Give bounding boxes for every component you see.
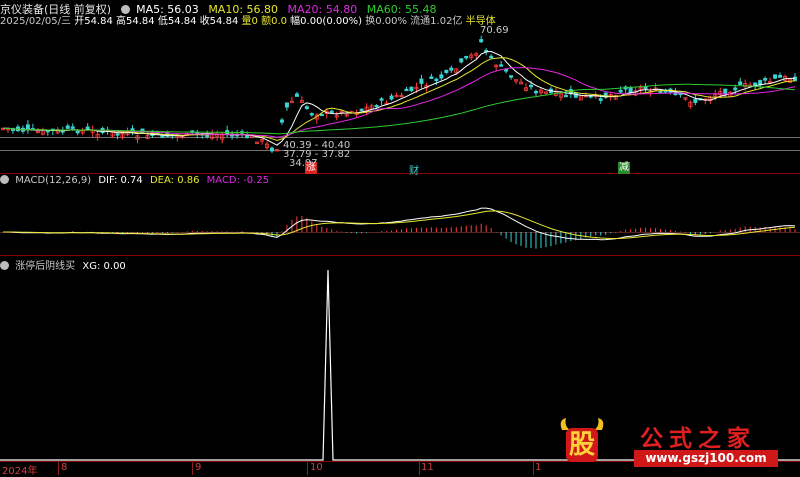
candle-body	[778, 74, 783, 78]
candle-body	[773, 74, 778, 79]
candle-body	[304, 106, 309, 110]
high-price-label: 70.69	[480, 25, 509, 36]
axis-month-1: 1	[535, 462, 542, 473]
quote-open: 开54.84	[74, 16, 113, 27]
candle-body	[479, 39, 484, 43]
quote-amount: 额0.0	[261, 16, 287, 27]
candle-body	[75, 130, 80, 134]
candle-body	[389, 95, 394, 100]
ma10-line	[2, 57, 796, 141]
chart-canvas[interactable]	[0, 0, 800, 475]
quote-date: 2025/02/05/三	[0, 16, 72, 27]
quote-close: 收54.84	[199, 16, 239, 27]
indicator-xg: XG: 0.00	[82, 261, 126, 272]
quote-turnover: 换0.00%	[365, 16, 407, 27]
macd-dif-line	[3, 207, 796, 241]
candle-body	[738, 81, 743, 85]
indicator-settings-circle-icon[interactable]	[0, 261, 9, 270]
candle-body	[434, 78, 439, 81]
candle-body	[374, 105, 379, 108]
candle-body	[319, 113, 324, 117]
candle-body	[250, 135, 255, 139]
candle-body	[449, 67, 454, 71]
candle-body	[573, 92, 578, 98]
candle-body	[489, 55, 494, 59]
candle-body	[25, 124, 30, 130]
event-marker-cai[interactable]: 财	[409, 162, 419, 177]
watermark-brand: 公式之家	[640, 425, 756, 452]
axis-month-11: 11	[421, 462, 434, 473]
candle-body	[359, 108, 364, 111]
event-marker-zhang[interactable]: 涨	[305, 162, 317, 174]
candle-body	[269, 147, 274, 152]
candle-body	[444, 69, 449, 73]
quote-high: 高54.84	[116, 16, 155, 27]
indicator-header: 涨停后阴线买 XG: 0.00	[0, 257, 126, 272]
candle-body	[598, 98, 603, 101]
candle-body	[65, 125, 70, 129]
candle-body	[409, 86, 414, 92]
axis-month-9: 9	[195, 462, 202, 473]
candle-body	[279, 119, 284, 123]
watermark-badge: 股	[568, 430, 595, 460]
candle-body	[464, 55, 469, 59]
candle-body	[419, 78, 424, 84]
candle-body	[329, 110, 334, 113]
candle-body	[115, 133, 120, 136]
candle-body	[533, 91, 538, 94]
macd-header: MACD(12,26,9) DIF: 0.74 DEA: 0.86 MACD: …	[0, 175, 269, 186]
candle-body	[504, 68, 509, 72]
candle-body	[499, 64, 504, 67]
candle-body	[723, 88, 728, 94]
candle-body	[294, 93, 299, 97]
candle-body	[628, 87, 633, 93]
candle-body	[404, 88, 409, 92]
candle-body	[693, 99, 698, 104]
macd-dif: DIF: 0.74	[98, 175, 143, 186]
candle-body	[459, 58, 464, 63]
quote-low: 低54.84	[157, 16, 197, 27]
event-marker-jian[interactable]: 减	[618, 162, 630, 174]
candle-body	[70, 126, 75, 129]
macd-title: MACD(12,26,9)	[15, 175, 92, 186]
candle-body	[563, 94, 568, 98]
candle-body	[529, 84, 534, 88]
quote-info-line: 2025/02/05/三 开54.84 高54.84 低54.84 收54.84…	[0, 12, 496, 27]
candle-body	[429, 76, 434, 79]
candle-body	[643, 86, 648, 90]
candle-body	[618, 89, 623, 93]
macd-dea: DEA: 0.86	[149, 175, 200, 186]
quote-change: 幅0.00(0.00%)	[290, 16, 363, 27]
watermark-url: www.gszj100.com	[634, 450, 778, 467]
quote-volume: 量0	[241, 16, 258, 27]
candle-body	[763, 78, 768, 81]
candle-body	[379, 98, 384, 101]
ma20-line	[2, 67, 796, 138]
candle-body	[733, 87, 738, 91]
macd-dea-line	[3, 210, 796, 239]
axis-month-8: 8	[61, 462, 68, 473]
macd-settings-circle-icon[interactable]	[0, 175, 9, 184]
axis-month-10: 10	[310, 462, 323, 473]
candle-body	[284, 102, 289, 108]
quote-float: 流通1.02亿	[410, 16, 463, 27]
candle-body	[309, 113, 314, 116]
candle-body	[509, 75, 514, 78]
candle-body	[793, 76, 798, 82]
candle-body	[439, 74, 444, 79]
indicator-title: 涨停后阴线买	[15, 261, 76, 272]
macd-value: MACD: -0.25	[206, 175, 270, 186]
candle-body	[205, 134, 210, 138]
watermark-logo: 股	[556, 416, 608, 466]
candle-body	[658, 90, 663, 93]
candle-body	[85, 126, 90, 130]
